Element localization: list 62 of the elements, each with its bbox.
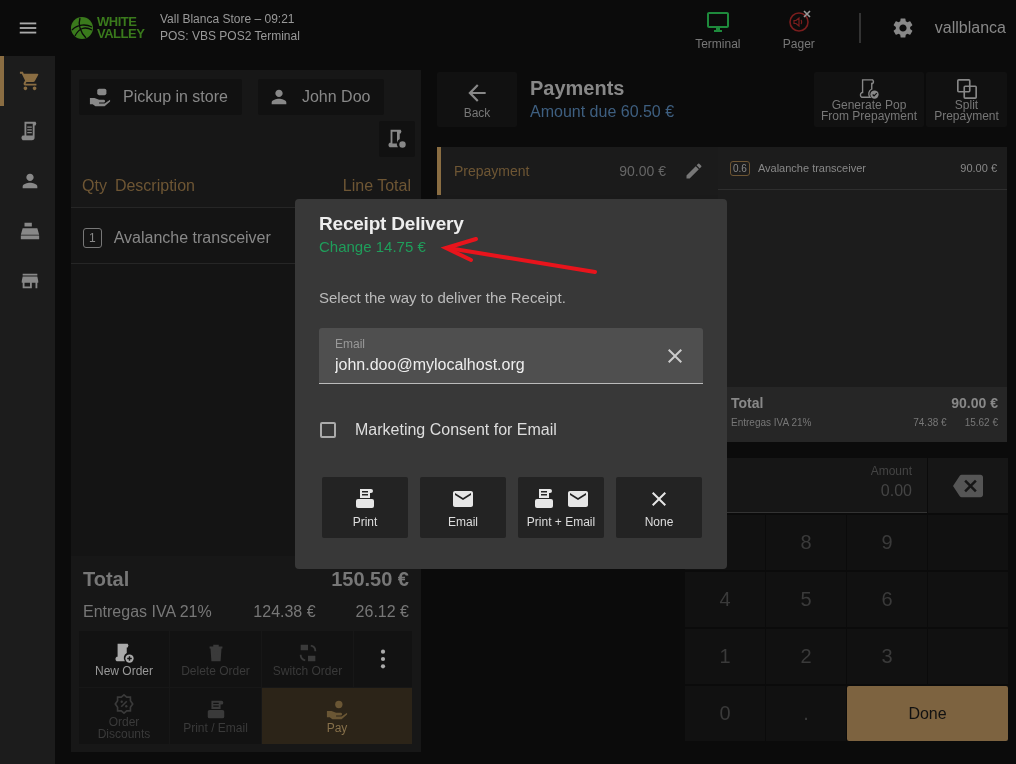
- cash-register-icon: [18, 220, 41, 242]
- backspace-button[interactable]: [928, 458, 1008, 513]
- discount-icon: [113, 692, 135, 715]
- total-amount: 150.50 €: [331, 568, 409, 591]
- item-amount: 90.00 €: [960, 162, 997, 174]
- action-button[interactable]: New Order: [79, 631, 169, 687]
- page-title: Payments: [530, 77, 626, 100]
- logo-icon: [70, 16, 94, 40]
- more-icon: [380, 649, 386, 669]
- change-amount: Change 14.75 €: [319, 238, 427, 255]
- delivery-option-button[interactable]: Email: [420, 477, 506, 538]
- store-name: Vall Blanca Store – 09:21: [160, 11, 296, 28]
- tax-label: Entregas IVA 21%: [731, 417, 812, 428]
- printer-icon: [353, 486, 377, 511]
- total-label: Total: [731, 395, 764, 411]
- hand-package-icon: [89, 86, 111, 108]
- cart-icon: [18, 70, 41, 92]
- customer-button[interactable]: John Doo: [257, 79, 385, 115]
- split-icon: [955, 77, 978, 100]
- amount-due: Amount due 60.50 €: [530, 103, 676, 121]
- delivery-option-button[interactable]: Print: [322, 477, 408, 538]
- method-name: Prepayment: [454, 163, 530, 179]
- item-description: Avalanche transceiver: [113, 229, 271, 247]
- total-label: Total: [83, 568, 130, 591]
- tax-amount: 26.12 €: [355, 603, 409, 621]
- tax-amount: 15.62 €: [964, 417, 998, 428]
- item-description: Avalanche transceiver: [757, 162, 866, 174]
- keypad-key[interactable]: .: [766, 686, 846, 741]
- total-amount: 90.00 €: [951, 395, 998, 411]
- checkbox[interactable]: [320, 422, 336, 438]
- hand-coin-icon: [326, 698, 348, 721]
- checkbox-label: Marketing Consent for Email: [355, 421, 557, 439]
- done-button[interactable]: Done: [847, 686, 1008, 741]
- edit-button[interactable]: [684, 161, 704, 181]
- tax-base: 74.38 €: [913, 417, 947, 428]
- delivery-option-button[interactable]: Print + Email: [518, 477, 604, 538]
- dialog-message: Select the way to deliver the Receipt.: [319, 289, 567, 306]
- quantity-badge: 1: [83, 228, 102, 248]
- receipt-settings-button[interactable]: [379, 121, 415, 157]
- tax-label: Entregas IVA 21%: [83, 603, 212, 621]
- email-input[interactable]: john.doo@mylocalhost.org: [335, 356, 635, 374]
- method-amount: 90.00 €: [619, 163, 666, 179]
- delivery-option-button[interactable]: None: [616, 477, 702, 538]
- column-header: Line Total: [342, 177, 411, 195]
- quantity-badge: 0.6: [730, 160, 750, 176]
- dialog-title: Receipt Delivery: [319, 213, 465, 235]
- column-header: Qty: [82, 177, 107, 195]
- field-label: Email: [335, 337, 366, 351]
- tax-base: 124.38 €: [253, 603, 316, 621]
- device-status-button[interactable]: Pager: [763, 5, 834, 51]
- toolbar-button[interactable]: Generate Pop From Prepayment: [814, 72, 924, 127]
- device-status-button[interactable]: Terminal: [682, 5, 753, 51]
- column-header: Description: [114, 177, 196, 195]
- terminal-name: POS: VBS POS2 Terminal: [160, 28, 301, 45]
- user-name: vallblanca: [934, 19, 1006, 37]
- printer-icon: [532, 486, 556, 511]
- logo-text: WHITE VALLEY: [97, 16, 145, 40]
- back-button[interactable]: Back: [437, 72, 517, 127]
- pencil-icon: [684, 161, 704, 181]
- email-field[interactable]: Email john.doo@mylocalhost.org: [319, 328, 703, 384]
- toolbar-button[interactable]: Split Prepayment: [926, 72, 1007, 127]
- delivery-button[interactable]: Pickup in store: [79, 79, 242, 115]
